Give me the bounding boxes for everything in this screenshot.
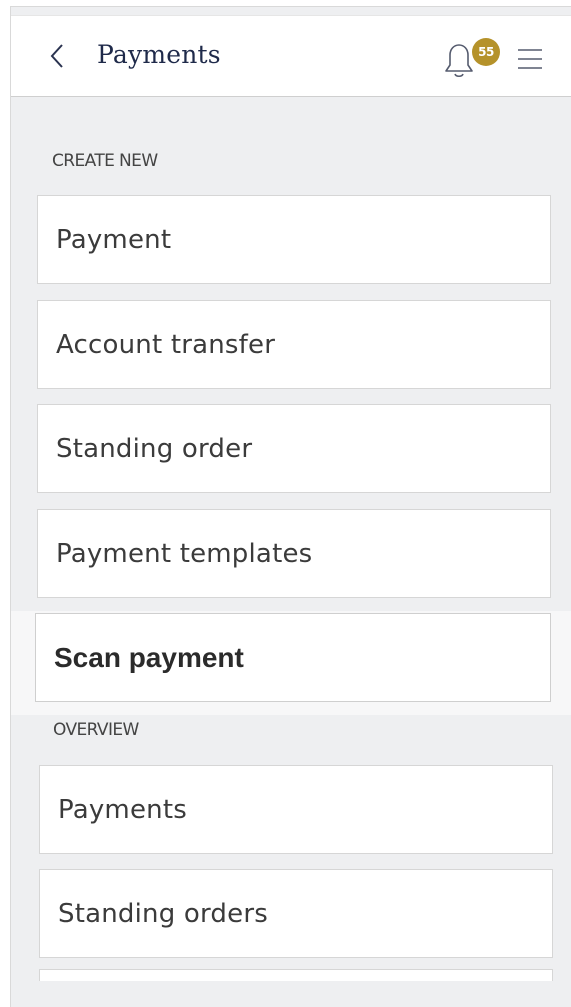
menu-item-standing-order[interactable]: Standing order (37, 404, 551, 493)
menu-item-label: Payment (56, 224, 172, 255)
notification-badge: 55 (472, 38, 500, 66)
section-label-overview: OVERVIEW (53, 720, 139, 740)
menu-item-payment[interactable]: Payment (37, 195, 551, 284)
menu-item-label: Payments (58, 794, 187, 825)
menu-item-label: Payment templates (56, 538, 313, 569)
menu-item-payment-templates[interactable]: Payment templates (37, 509, 551, 598)
page-title: Payments (97, 40, 221, 69)
menu-button[interactable] (517, 46, 543, 72)
hamburger-menu-icon (518, 49, 542, 69)
menu-item-label: Account transfer (56, 329, 276, 360)
menu-item-scan-payment[interactable]: Scan payment (35, 613, 551, 702)
menu-item-partial (39, 969, 553, 981)
menu-item-standing-orders[interactable]: Standing orders (39, 869, 553, 958)
menu-item-payments[interactable]: Payments (39, 765, 553, 854)
menu-item-label: Standing orders (58, 898, 268, 929)
menu-item-label: Scan payment (54, 641, 244, 673)
chevron-left-icon (50, 44, 63, 68)
back-button[interactable] (43, 38, 71, 74)
menu-item-label: Standing order (56, 433, 253, 464)
app-frame: Payments 55 CREATE NEW Payment Account t… (10, 6, 571, 1007)
top-bar: Payments 55 (11, 15, 571, 97)
menu-item-account-transfer[interactable]: Account transfer (37, 300, 551, 389)
section-label-create-new: CREATE NEW (52, 151, 158, 171)
